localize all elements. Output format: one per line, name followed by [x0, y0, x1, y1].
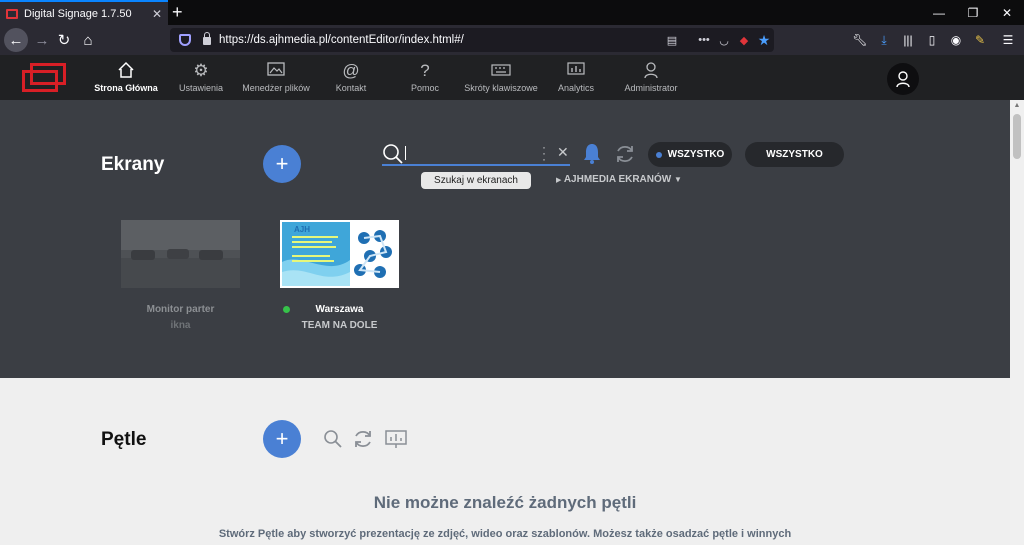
extension-brush-icon[interactable]: ✎	[970, 30, 990, 50]
browser-tab[interactable]: Digital Signage 1.7.50 ✕	[0, 0, 168, 25]
add-loop-button[interactable]: +	[263, 420, 301, 458]
bookmark-star-icon[interactable]: ★	[754, 32, 774, 49]
url-bar[interactable]: https://ds.ajhmedia.pl/contentEditor/ind…	[170, 28, 774, 52]
search-options-icon[interactable]: · · ·	[542, 141, 546, 165]
loops-section	[0, 378, 1010, 545]
tracking-shield-icon[interactable]	[179, 34, 191, 46]
screens-title: Ekrany	[101, 154, 165, 175]
nav-file-manager[interactable]: Menedżer plików	[242, 55, 310, 100]
reader-view-icon[interactable]: ▤	[662, 34, 682, 47]
url-text[interactable]: https://ds.ajhmedia.pl/contentEditor/ind…	[219, 34, 662, 46]
user-avatar-button[interactable]	[887, 63, 919, 95]
ajh-logo[interactable]	[22, 63, 66, 93]
reload-button[interactable]: ↻	[52, 28, 76, 52]
pocket-icon[interactable]: ◡	[714, 34, 734, 47]
search-tooltip: Szukaj w ekranach	[421, 172, 531, 189]
sidebar-icon[interactable]: ▯	[922, 30, 942, 50]
home-icon	[117, 61, 135, 81]
user-avatar-icon	[896, 71, 910, 88]
restore-icon[interactable]: ❐	[956, 0, 990, 25]
favicon-icon	[6, 8, 18, 19]
menu-icon[interactable]: ☰	[998, 30, 1018, 50]
browser-navbar: ← → ↻ ⌂ https://ds.ajhmedia.pl/contentEd…	[0, 25, 1024, 55]
nav-analytics[interactable]: Analytics	[556, 55, 596, 100]
question-icon: ?	[420, 61, 430, 80]
screen-subtitle: ikna	[170, 320, 191, 331]
loops-title: Pętle	[101, 429, 147, 450]
nav-shortcuts[interactable]: Skróty klawiszowe	[464, 55, 538, 100]
screen-name[interactable]: Monitor parter	[121, 304, 240, 315]
download-icon[interactable]: ⤓	[874, 30, 894, 50]
extension-icon[interactable]: ◆	[734, 34, 754, 47]
library-icon[interactable]: |||	[898, 30, 918, 50]
add-screen-button[interactable]: +	[263, 145, 301, 183]
scroll-thumb[interactable]	[1013, 114, 1021, 159]
page-actions-icon[interactable]: •••	[694, 34, 714, 46]
refresh-icon[interactable]	[352, 428, 374, 450]
lock-icon[interactable]	[203, 32, 211, 45]
nav-settings[interactable]: ⚙︎ Ustawienia	[176, 55, 226, 100]
clear-search-icon[interactable]: ✕	[557, 144, 569, 161]
empty-loops-description: Stwórz Pętle aby stworzyć prezentację ze…	[218, 528, 792, 540]
search-icon	[383, 144, 403, 164]
back-button[interactable]: ←	[4, 28, 28, 52]
bell-icon[interactable]	[582, 142, 602, 164]
filter-status-dropdown[interactable]: WSZYSTKO	[648, 142, 732, 167]
page-scrollbar[interactable]: ▲	[1010, 100, 1024, 545]
new-tab-button[interactable]: +	[172, 2, 183, 22]
screen-group-selector[interactable]: ▶ AJHMEDIA EKRANÓW ▼	[556, 174, 682, 185]
nav-help[interactable]: ? Pomoc	[408, 55, 442, 100]
wrench-icon[interactable]: 🔧︎	[850, 30, 870, 50]
home-button[interactable]: ⌂	[76, 28, 100, 52]
minimize-icon[interactable]: —	[922, 0, 956, 25]
presentation-icon[interactable]	[385, 428, 407, 450]
close-tab-icon[interactable]: ✕	[152, 7, 162, 21]
empty-loops-title: Nie możne znaleźć żadnych pętli	[373, 493, 637, 512]
account-icon[interactable]: ◉	[946, 30, 966, 50]
nav-home[interactable]: Strona Główna	[94, 55, 158, 100]
browser-tabbar: Digital Signage 1.7.50 ✕ + — ❐ ✕	[0, 0, 1024, 25]
gear-icon: ⚙︎	[193, 61, 209, 80]
nav-contact[interactable]: @ Kontakt	[332, 55, 370, 100]
user-icon	[643, 61, 659, 81]
tab-title: Digital Signage 1.7.50	[24, 7, 132, 20]
refresh-icon[interactable]	[614, 143, 636, 165]
app-header: Strona Główna ⚙︎ Ustawienia Menedżer pli…	[0, 55, 1024, 100]
search-screens-input[interactable]: · · ·	[382, 141, 570, 166]
caret-down-icon: ▼	[674, 175, 682, 184]
search-icon[interactable]	[322, 428, 344, 450]
thumb-brand-text: AJH	[294, 225, 311, 234]
screen-thumbnail[interactable]	[121, 220, 240, 288]
screen-subtitle: TEAM NA DOLE	[301, 320, 378, 331]
forward-button[interactable]: →	[30, 28, 54, 52]
scroll-up-icon[interactable]: ▲	[1010, 100, 1024, 112]
analytics-icon	[567, 61, 585, 81]
image-icon	[267, 61, 285, 81]
screen-name[interactable]: Warszawa	[280, 304, 399, 315]
filter-type-dropdown[interactable]: WSZYSTKO	[745, 142, 844, 167]
status-dot-icon	[655, 151, 662, 158]
keyboard-icon	[491, 61, 511, 81]
nav-administrator[interactable]: Administrator	[623, 55, 679, 100]
screen-thumbnail[interactable]: AJH	[280, 220, 399, 288]
close-window-icon[interactable]: ✕	[990, 0, 1024, 25]
caret-right-icon: ▶	[556, 177, 562, 184]
at-icon: @	[342, 61, 360, 80]
